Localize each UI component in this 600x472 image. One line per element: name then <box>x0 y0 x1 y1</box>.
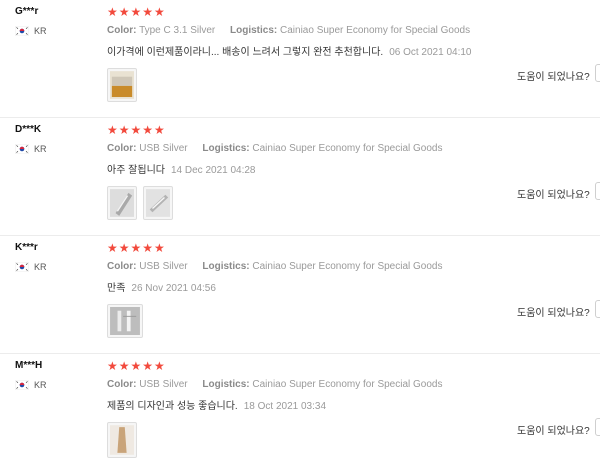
vote-button[interactable] <box>595 182 600 200</box>
vote-button[interactable] <box>595 300 600 318</box>
color-value: Type C 3.1 Silver <box>139 25 216 36</box>
review-item: G***r KR ★★★★★ Color: Type C 3.1 Silver … <box>0 0 600 118</box>
helpful-button[interactable]: 도움이 되었나요? <box>517 68 590 83</box>
korea-flag-icon <box>15 380 29 390</box>
star-rating: ★★★★★ <box>107 123 166 137</box>
review-content: ★★★★★ Color: USB Silver Logistics: Caini… <box>107 360 527 458</box>
review-meta: Color: USB Silver Logistics: Cainiao Sup… <box>107 379 527 390</box>
reviewer-country: KR <box>15 261 95 273</box>
helpful-button[interactable]: 도움이 되었나요? <box>517 186 590 201</box>
review-body: 제품의 디자인과 성능 좋습니다. <box>107 401 238 412</box>
reviewer-info: D***K KR <box>15 124 95 155</box>
logistics-value: Cainiao Super Economy for Special Goods <box>252 261 443 272</box>
color-value: USB Silver <box>139 261 188 272</box>
review-images <box>107 186 527 220</box>
reviewer-name: D***K <box>15 124 42 135</box>
logistics-label: Logistics: <box>202 379 250 390</box>
logistics-label: Logistics: <box>202 261 250 272</box>
korea-flag-icon <box>15 144 29 154</box>
review-image-thumbnail[interactable] <box>107 186 137 220</box>
country-code: KR <box>34 26 47 36</box>
logistics-label: Logistics: <box>230 25 278 36</box>
vote-button[interactable] <box>595 64 600 82</box>
logistics-label: Logistics: <box>202 143 250 154</box>
star-rating: ★★★★★ <box>107 359 166 373</box>
review-date: 14 Dec 2021 04:28 <box>170 165 256 176</box>
star-rating: ★★★★★ <box>107 5 166 19</box>
review-text: 이가격에 이런제품이라니... 배송이 느려서 그렇지 완전 추천합니다. 06 … <box>107 43 527 58</box>
review-date: 26 Nov 2021 04:56 <box>131 283 216 294</box>
color-value: USB Silver <box>139 143 188 154</box>
helpful-button[interactable]: 도움이 되었나요? <box>517 422 590 437</box>
review-body: 아주 잘됩니다 <box>107 165 165 176</box>
reviewer-name: G***r <box>15 6 39 17</box>
review-image-thumbnail[interactable] <box>107 68 137 102</box>
review-content: ★★★★★ Color: USB Silver Logistics: Caini… <box>107 242 527 338</box>
review-item: D***K KR ★★★★★ Color: USB Silver Logisti… <box>0 118 600 236</box>
korea-flag-icon <box>15 26 29 36</box>
review-images <box>107 304 527 338</box>
star-rating: ★★★★★ <box>107 241 166 255</box>
reviewer-info: K***r KR <box>15 242 95 273</box>
reviewer-name: M***H <box>15 360 43 371</box>
review-content: ★★★★★ Color: USB Silver Logistics: Caini… <box>107 124 527 220</box>
review-text: 아주 잘됩니다 14 Dec 2021 04:28 <box>107 161 527 176</box>
review-image-thumbnail[interactable] <box>143 186 173 220</box>
country-code: KR <box>34 144 47 154</box>
reviewer-country: KR <box>15 379 95 391</box>
color-label: Color: <box>107 143 137 154</box>
review-body: 만족 <box>107 283 126 294</box>
review-item: M***H KR ★★★★★ Color: USB Silver Logisti… <box>0 354 600 472</box>
review-images <box>107 422 527 458</box>
reviewer-country: KR <box>15 25 95 37</box>
country-code: KR <box>34 262 47 272</box>
review-date: 06 Oct 2021 04:10 <box>389 47 472 58</box>
reviewer-country: KR <box>15 143 95 155</box>
review-content: ★★★★★ Color: Type C 3.1 Silver Logistics… <box>107 6 527 102</box>
review-image-thumbnail[interactable] <box>107 422 137 458</box>
color-label: Color: <box>107 25 137 36</box>
review-date: 18 Oct 2021 03:34 <box>243 401 327 412</box>
country-code: KR <box>34 380 47 390</box>
reviewer-info: G***r KR <box>15 6 95 37</box>
review-text: 제품의 디자인과 성능 좋습니다. 18 Oct 2021 03:34 <box>107 397 527 412</box>
review-text: 만족 26 Nov 2021 04:56 <box>107 279 527 294</box>
review-meta: Color: USB Silver Logistics: Cainiao Sup… <box>107 143 527 154</box>
reviewer-name: K***r <box>15 242 38 253</box>
review-meta: Color: USB Silver Logistics: Cainiao Sup… <box>107 261 527 272</box>
color-label: Color: <box>107 379 137 390</box>
color-value: USB Silver <box>139 379 188 390</box>
review-meta: Color: Type C 3.1 Silver Logistics: Cain… <box>107 25 527 36</box>
review-body: 이가격에 이런제품이라니... 배송이 느려서 그렇지 완전 추천합니다. <box>107 47 384 58</box>
logistics-value: Cainiao Super Economy for Special Goods <box>252 379 443 390</box>
logistics-value: Cainiao Super Economy for Special Goods <box>252 143 443 154</box>
helpful-button[interactable]: 도움이 되었나요? <box>517 304 590 319</box>
review-images <box>107 68 527 102</box>
review-item: K***r KR ★★★★★ Color: USB Silver Logisti… <box>0 236 600 354</box>
korea-flag-icon <box>15 262 29 272</box>
reviewer-info: M***H KR <box>15 360 95 391</box>
logistics-value: Cainiao Super Economy for Special Goods <box>280 25 471 36</box>
vote-button[interactable] <box>595 418 600 436</box>
review-image-thumbnail[interactable] <box>107 304 143 338</box>
color-label: Color: <box>107 261 137 272</box>
